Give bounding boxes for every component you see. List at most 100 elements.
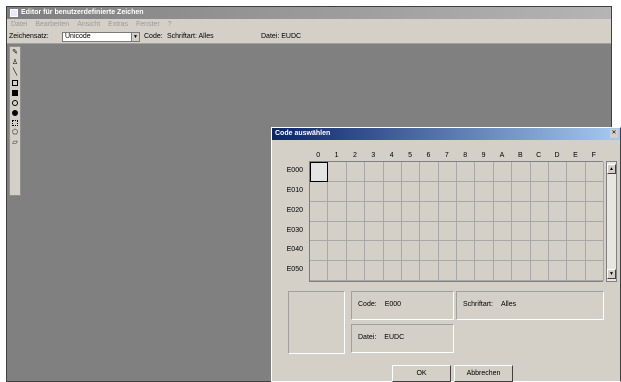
- code-cell[interactable]: [401, 261, 421, 281]
- chevron-down-icon[interactable]: ▼: [131, 33, 139, 41]
- menu-bearbeiten[interactable]: Bearbeiten: [35, 19, 69, 30]
- code-cell[interactable]: [310, 261, 329, 281]
- code-cell[interactable]: [548, 261, 568, 281]
- code-cell[interactable]: [457, 201, 476, 222]
- code-cell[interactable]: [346, 221, 366, 242]
- filled-ellipse-icon[interactable]: [10, 108, 20, 117]
- code-cell[interactable]: [365, 201, 384, 222]
- code-cell[interactable]: [438, 241, 457, 262]
- code-cell[interactable]: [530, 162, 549, 182]
- ok-button[interactable]: OK: [392, 365, 451, 382]
- code-cell[interactable]: [567, 181, 586, 202]
- code-cell[interactable]: [346, 261, 366, 281]
- code-cell[interactable]: [310, 221, 329, 242]
- code-cell[interactable]: [420, 241, 439, 262]
- code-cell[interactable]: [328, 221, 347, 242]
- code-cell[interactable]: [346, 181, 366, 202]
- code-cell[interactable]: [401, 201, 421, 222]
- code-cell[interactable]: [401, 221, 421, 242]
- code-cell[interactable]: [493, 261, 513, 281]
- code-cell[interactable]: [548, 221, 568, 242]
- charset-select[interactable]: Unicode ▼: [62, 32, 140, 42]
- pencil-icon[interactable]: ✎: [10, 48, 20, 57]
- code-cell[interactable]: [585, 221, 604, 242]
- grid-scrollbar[interactable]: ▲ ▼: [606, 161, 617, 282]
- menu-ansicht[interactable]: Ansicht: [77, 19, 100, 30]
- code-cell[interactable]: [530, 181, 549, 202]
- code-cell[interactable]: [585, 241, 604, 262]
- code-cell[interactable]: [365, 221, 384, 242]
- code-cell[interactable]: [548, 162, 568, 182]
- code-cell[interactable]: [548, 241, 568, 262]
- code-cell[interactable]: [438, 201, 457, 222]
- code-cell[interactable]: [585, 181, 604, 202]
- code-cell[interactable]: [567, 221, 586, 242]
- brush-icon[interactable]: ♙: [10, 58, 20, 67]
- code-cell[interactable]: [548, 201, 568, 222]
- code-cell[interactable]: [457, 181, 476, 202]
- code-cell[interactable]: [567, 201, 586, 222]
- code-cell[interactable]: [493, 162, 513, 182]
- code-cell[interactable]: [328, 162, 347, 182]
- code-cell[interactable]: [383, 201, 402, 222]
- code-cell[interactable]: [530, 201, 549, 222]
- code-cell[interactable]: [310, 241, 329, 262]
- code-cell[interactable]: [475, 261, 494, 281]
- code-cell[interactable]: [438, 162, 457, 182]
- code-cell[interactable]: [493, 201, 513, 222]
- code-cell[interactable]: [457, 221, 476, 242]
- code-cell[interactable]: [401, 241, 421, 262]
- code-cell[interactable]: [420, 201, 439, 222]
- code-cell[interactable]: [475, 181, 494, 202]
- code-cell[interactable]: [346, 201, 366, 222]
- code-cell[interactable]: [346, 241, 366, 262]
- code-cell[interactable]: [401, 162, 421, 182]
- code-cell[interactable]: [310, 201, 329, 222]
- code-cell[interactable]: [512, 162, 531, 182]
- menu-fenster[interactable]: Fenster: [136, 19, 160, 30]
- code-cell[interactable]: [328, 181, 347, 202]
- code-cell[interactable]: [512, 241, 531, 262]
- code-cell[interactable]: [383, 221, 402, 242]
- code-cell[interactable]: [475, 241, 494, 262]
- code-cell[interactable]: [365, 162, 384, 182]
- code-cell[interactable]: [475, 201, 494, 222]
- code-cell[interactable]: [567, 162, 586, 182]
- rectangle-icon[interactable]: [10, 78, 20, 87]
- code-cell[interactable]: [512, 181, 531, 202]
- filled-rectangle-icon[interactable]: [10, 88, 20, 97]
- code-cell[interactable]: [493, 221, 513, 242]
- code-cell[interactable]: [493, 181, 513, 202]
- line-icon[interactable]: ╲: [10, 68, 20, 77]
- code-cell[interactable]: [438, 221, 457, 242]
- code-cell[interactable]: [457, 241, 476, 262]
- code-cell[interactable]: [438, 261, 457, 281]
- code-cell[interactable]: [585, 261, 604, 281]
- code-cell[interactable]: [420, 162, 439, 182]
- code-cell[interactable]: [585, 201, 604, 222]
- code-cell[interactable]: [328, 201, 347, 222]
- code-cell[interactable]: [512, 261, 531, 281]
- code-cell[interactable]: [383, 181, 402, 202]
- code-cell[interactable]: [530, 221, 549, 242]
- code-cell[interactable]: [401, 181, 421, 202]
- code-cell[interactable]: [475, 162, 494, 182]
- code-cell[interactable]: [310, 181, 329, 202]
- scroll-up-icon[interactable]: ▲: [607, 164, 616, 174]
- menu-help[interactable]: ?: [168, 19, 172, 30]
- code-cell[interactable]: [365, 241, 384, 262]
- code-cell[interactable]: [438, 181, 457, 202]
- code-cell[interactable]: [383, 261, 402, 281]
- code-cell[interactable]: [365, 261, 384, 281]
- menu-datei[interactable]: Datei: [11, 19, 27, 30]
- close-icon[interactable]: ✕: [610, 129, 618, 138]
- code-cell[interactable]: [530, 261, 549, 281]
- code-cell[interactable]: [346, 162, 366, 182]
- code-cell[interactable]: [420, 221, 439, 242]
- scroll-down-icon[interactable]: ▼: [607, 269, 616, 279]
- code-cell[interactable]: [567, 241, 586, 262]
- code-cell[interactable]: [310, 162, 329, 182]
- code-cell[interactable]: [457, 261, 476, 281]
- cancel-button[interactable]: Abbrechen: [454, 365, 513, 382]
- menu-extras[interactable]: Extras: [108, 19, 128, 30]
